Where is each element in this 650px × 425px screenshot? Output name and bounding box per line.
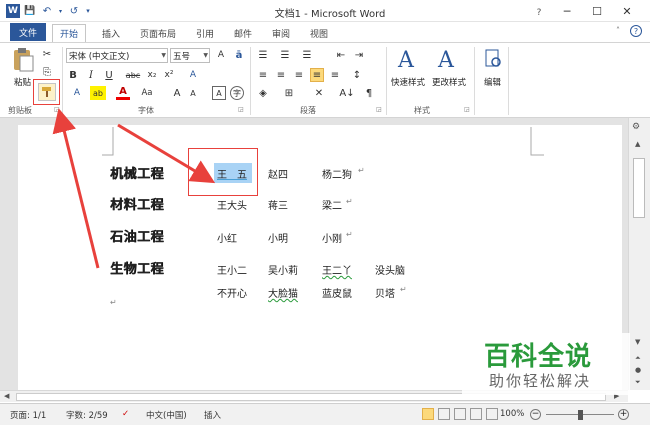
- vertical-scrollbar[interactable]: ⚙ ▲ ▼ ⏶ ● ⏷: [628, 118, 650, 390]
- web-layout-icon[interactable]: [454, 408, 466, 420]
- watermark-tagline: 助你轻松解决: [489, 372, 592, 390]
- browse-object-icon[interactable]: ●: [635, 366, 641, 374]
- page-count[interactable]: 页面: 1/1: [10, 409, 46, 421]
- scroll-down-icon[interactable]: ▼: [635, 338, 640, 346]
- zoom-level[interactable]: 100%: [500, 409, 524, 419]
- outline-view-icon[interactable]: [470, 408, 482, 420]
- ruler-toggle-icon[interactable]: ⚙: [632, 122, 640, 132]
- watermark-logo: 百科全说: [484, 342, 593, 372]
- previous-page-icon[interactable]: ⏶: [635, 354, 641, 363]
- proofing-icon[interactable]: ✓: [122, 409, 129, 419]
- zoom-out-icon[interactable]: −: [530, 409, 541, 420]
- next-page-icon[interactable]: ⏷: [635, 378, 641, 387]
- print-layout-icon[interactable]: [422, 408, 434, 420]
- scroll-left-icon[interactable]: ◀: [4, 392, 9, 400]
- zoom-slider-thumb[interactable]: [578, 410, 583, 420]
- language-indicator[interactable]: 中文(中国): [146, 409, 187, 421]
- status-bar: 页面: 1/1 字数: 2/59 ✓ 中文(中国) 插入 100% − +: [0, 403, 650, 425]
- draft-view-icon[interactable]: [486, 408, 498, 420]
- word-window: W 💾 ↶ ▾ ↺ ▾ 文档1 - Microsoft Word ? ─ ☐ ✕…: [0, 0, 650, 425]
- word-count[interactable]: 字数: 2/59: [66, 409, 108, 421]
- scroll-up-icon[interactable]: ▲: [635, 140, 640, 148]
- insert-mode[interactable]: 插入: [204, 409, 221, 421]
- scroll-thumb[interactable]: [633, 158, 645, 218]
- zoom-in-icon[interactable]: +: [618, 409, 629, 420]
- reading-view-icon[interactable]: [438, 408, 450, 420]
